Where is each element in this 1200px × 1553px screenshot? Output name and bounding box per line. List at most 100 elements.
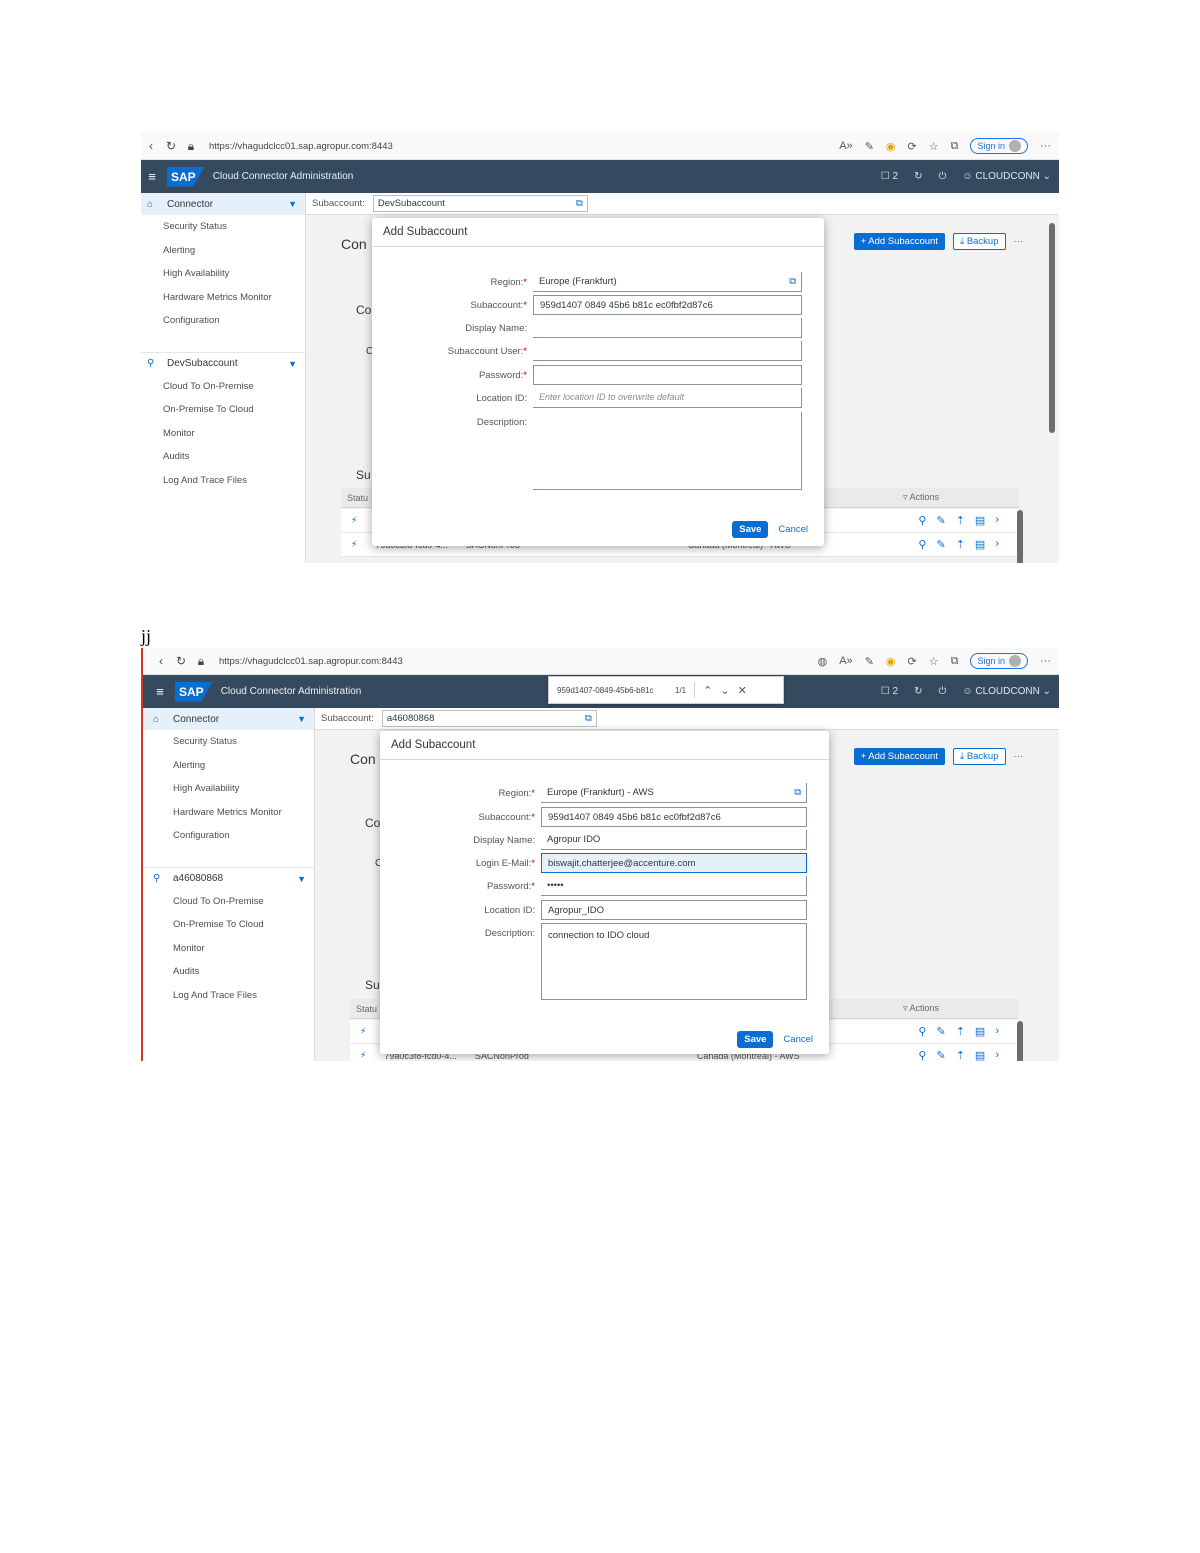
connect-icon[interactable]: ⚲ bbox=[918, 1025, 926, 1038]
edit-icon[interactable]: ✎ bbox=[936, 538, 945, 551]
nav-item-onprem-to-cloud[interactable]: On-Premise To Cloud bbox=[141, 398, 305, 422]
nav-item-alerting[interactable]: Alerting bbox=[141, 239, 305, 263]
collections-icon[interactable]: ⧉ bbox=[951, 140, 959, 153]
menu-icon[interactable]: ≡ bbox=[141, 169, 163, 184]
nav-item-log-trace[interactable]: Log And Trace Files bbox=[141, 469, 305, 493]
menu-icon[interactable]: ≡ bbox=[149, 684, 171, 699]
chevron-down-icon[interactable]: ▼ bbox=[288, 359, 297, 369]
description-textarea[interactable] bbox=[533, 412, 802, 490]
collections-icon[interactable]: ⧉ bbox=[951, 655, 959, 668]
user-menu[interactable]: ☺ CLOUDCONN ⌄ bbox=[962, 686, 1051, 697]
save-button[interactable]: Save bbox=[737, 1031, 774, 1048]
upload-icon[interactable]: ⇡ bbox=[956, 1049, 965, 1061]
backup-button[interactable]: ⤓ Backup bbox=[952, 233, 1006, 250]
close-icon[interactable]: ✕ bbox=[738, 684, 747, 697]
chevron-down-icon[interactable]: ⌄ bbox=[720, 684, 729, 697]
login-email-input[interactable]: biswajit.chatterjee@accenture.com bbox=[541, 853, 807, 873]
cancel-button[interactable]: Cancel bbox=[778, 524, 808, 535]
nav-item-monitor[interactable]: Monitor bbox=[141, 422, 305, 446]
nav-item-cloud-to-onprem[interactable]: Cloud To On-Premise bbox=[141, 375, 305, 399]
location-input[interactable]: Agropur_IDO bbox=[541, 900, 807, 920]
cancel-button[interactable]: Cancel bbox=[783, 1034, 813, 1045]
nav-group-subaccount[interactable]: ⚲ DevSubaccount ▼ bbox=[141, 353, 305, 375]
navigate-icon[interactable]: › bbox=[995, 1049, 999, 1061]
refresh-icon[interactable]: ↻ bbox=[171, 654, 191, 668]
chevron-up-icon[interactable]: ⌃ bbox=[703, 684, 712, 697]
find-input[interactable]: 959d1407-0849-45b6-b81c bbox=[557, 686, 667, 695]
favorites-icon[interactable]: ☆ bbox=[929, 655, 939, 668]
tracking-icon[interactable]: ◍ bbox=[818, 655, 828, 668]
nav-item-cloud-to-onprem[interactable]: Cloud To On-Premise bbox=[143, 890, 314, 914]
extension-icon[interactable]: ✎ bbox=[865, 140, 874, 153]
nav-item-hardware-metrics[interactable]: Hardware Metrics Monitor bbox=[143, 801, 314, 825]
add-subaccount-button[interactable]: + Add Subaccount bbox=[853, 748, 945, 765]
certificate-icon[interactable]: ▤ bbox=[975, 1049, 985, 1061]
signin-button[interactable]: Sign in bbox=[970, 653, 1028, 669]
notifications-button[interactable]: ☐ 2 bbox=[881, 171, 898, 182]
logout-icon[interactable]: ⏻ bbox=[938, 171, 946, 182]
refresh-icon[interactable]: ↻ bbox=[914, 686, 922, 697]
notifications-button[interactable]: ☐ 2 bbox=[881, 686, 898, 697]
subaccount-user-input[interactable] bbox=[533, 341, 802, 361]
address-bar[interactable]: https://vhagudclcc01.sap.agropur.com:844… bbox=[219, 656, 818, 667]
address-bar[interactable]: https://vhagudclcc01.sap.agropur.com:844… bbox=[209, 141, 839, 152]
upload-icon[interactable]: ⇡ bbox=[956, 538, 965, 551]
chevron-down-icon[interactable]: ▼ bbox=[288, 199, 297, 209]
nav-item-security-status[interactable]: Security Status bbox=[141, 215, 305, 239]
refresh-browser-icon[interactable]: ⟳ bbox=[908, 655, 917, 668]
certificate-icon[interactable]: ▤ bbox=[975, 1025, 985, 1038]
nav-item-monitor[interactable]: Monitor bbox=[143, 937, 314, 961]
connect-icon[interactable]: ⚲ bbox=[918, 538, 926, 551]
upload-icon[interactable]: ⇡ bbox=[956, 514, 965, 527]
extension-icon[interactable]: ✎ bbox=[865, 655, 874, 668]
read-aloud-icon[interactable]: A» bbox=[839, 140, 852, 152]
more-actions-button[interactable]: ··· bbox=[1014, 236, 1024, 247]
value-help-icon[interactable]: ⧉ bbox=[794, 783, 801, 802]
nav-item-alerting[interactable]: Alerting bbox=[143, 754, 314, 778]
certificate-icon[interactable]: ▤ bbox=[975, 514, 985, 527]
nav-item-audits[interactable]: Audits bbox=[141, 445, 305, 469]
logout-icon[interactable]: ⏻ bbox=[938, 686, 946, 697]
nav-item-log-trace[interactable]: Log And Trace Files bbox=[143, 984, 314, 1008]
copy-icon[interactable]: ⧉ bbox=[585, 711, 592, 726]
read-aloud-icon[interactable]: A» bbox=[839, 655, 852, 667]
save-button[interactable]: Save bbox=[732, 521, 769, 538]
value-help-icon[interactable]: ⧉ bbox=[789, 272, 796, 291]
edit-icon[interactable]: ✎ bbox=[936, 1025, 945, 1038]
display-name-input[interactable]: Agropur IDO bbox=[541, 830, 807, 850]
chevron-down-icon[interactable]: ▼ bbox=[297, 874, 306, 884]
user-menu[interactable]: ☺ CLOUDCONN ⌄ bbox=[962, 171, 1051, 182]
password-input[interactable]: ••••• bbox=[541, 876, 807, 896]
subaccount-input[interactable]: 959d1407 0849 45b6 b81c ec0fbf2d87c6 bbox=[533, 295, 802, 315]
navigate-icon[interactable]: › bbox=[995, 1025, 999, 1038]
more-menu-icon[interactable]: ··· bbox=[1040, 655, 1051, 667]
navigate-icon[interactable]: › bbox=[995, 538, 999, 551]
edit-icon[interactable]: ✎ bbox=[936, 1049, 945, 1061]
signin-button[interactable]: Sign in bbox=[970, 138, 1028, 154]
nav-item-configuration[interactable]: Configuration bbox=[143, 824, 314, 848]
chevron-down-icon[interactable]: ▼ bbox=[297, 714, 306, 724]
description-textarea[interactable]: connection to IDO cloud bbox=[541, 923, 807, 1000]
more-actions-button[interactable]: ··· bbox=[1014, 751, 1024, 762]
display-name-input[interactable] bbox=[533, 318, 802, 338]
certificate-icon[interactable]: ▤ bbox=[975, 538, 985, 551]
favorites-icon[interactable]: ☆ bbox=[929, 140, 939, 153]
more-menu-icon[interactable]: ··· bbox=[1040, 140, 1051, 152]
page-scrollbar[interactable] bbox=[1049, 223, 1055, 433]
nav-item-configuration[interactable]: Configuration bbox=[141, 309, 305, 333]
back-icon[interactable]: ‹ bbox=[141, 139, 161, 153]
refresh-browser-icon[interactable]: ⟳ bbox=[908, 140, 917, 153]
region-field[interactable]: Europe (Frankfurt) ⧉ bbox=[533, 272, 802, 292]
nav-group-connector[interactable]: ⌂ Connector ▼ bbox=[143, 708, 314, 730]
connect-icon[interactable]: ⚲ bbox=[918, 514, 926, 527]
subaccount-select[interactable]: DevSubaccount ⧉ bbox=[372, 195, 588, 212]
upload-icon[interactable]: ⇡ bbox=[956, 1025, 965, 1038]
copy-icon[interactable]: ⧉ bbox=[576, 196, 583, 211]
connect-icon[interactable]: ⚲ bbox=[918, 1049, 926, 1061]
nav-item-high-availability[interactable]: High Availability bbox=[141, 262, 305, 286]
subaccount-input[interactable]: 959d1407 0849 45b6 b81c ec0fbf2d87c6 bbox=[541, 807, 807, 827]
add-subaccount-button[interactable]: + Add Subaccount bbox=[853, 233, 945, 250]
nav-item-high-availability[interactable]: High Availability bbox=[143, 777, 314, 801]
navigate-icon[interactable]: › bbox=[995, 514, 999, 527]
table-scrollbar[interactable] bbox=[1017, 1021, 1023, 1061]
